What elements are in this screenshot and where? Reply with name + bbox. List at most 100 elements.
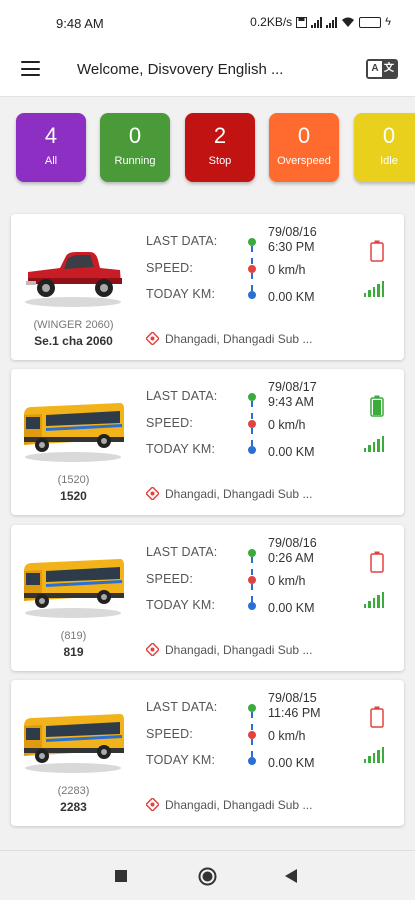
location-icon: [146, 643, 159, 656]
recent-apps-icon[interactable]: [115, 870, 127, 882]
app-bar: Welcome, Disvovery English ... A文: [0, 44, 415, 97]
timeline-indicator: [247, 238, 257, 299]
vehicle-card[interactable]: (WINGER 2060) Se.1 cha 2060 LAST DATA: SPEE…: [11, 214, 404, 360]
today-km-label: TODAY KM:: [146, 287, 216, 301]
signal-2-icon: [326, 16, 338, 28]
location-text: Dhangadi, Dhangadi Sub ...: [165, 487, 313, 501]
battery-full-icon: [370, 395, 384, 417]
speed-label: SPEED:: [146, 572, 194, 586]
speed-label: SPEED:: [146, 416, 194, 430]
timeline-blue-dot: [248, 291, 256, 299]
charging-icon: ϟ: [385, 16, 391, 28]
school-bus-image: [24, 714, 124, 773]
filter-stop-tile[interactable]: 2 Stop: [185, 113, 255, 182]
timeline-dash: [251, 428, 253, 446]
vehicle-subtitle: (1520): [57, 474, 90, 486]
vehicle-subtitle: (819): [60, 630, 87, 642]
filter-running-tile[interactable]: 0 Running: [100, 113, 170, 182]
school-bus-image: [24, 559, 124, 618]
hamburger-menu-icon[interactable]: [21, 61, 40, 76]
status-bar: 9:48 AM 0.2KB/s 93 ϟ: [0, 0, 415, 44]
location-icon: [146, 487, 159, 500]
timeline-indicator: [247, 393, 257, 454]
battery-low-icon: [370, 706, 384, 728]
status-filter-bar: 4 All 0 Running 2 Stop 0 Overspeed 0 Idl…: [0, 98, 415, 200]
pickup-truck-image: [25, 252, 122, 307]
last-data-date: 79/08/16: [268, 225, 317, 239]
battery-low-icon: [370, 240, 384, 262]
today-km-value: 0.00 KM: [268, 445, 315, 459]
vehicle-name: 819: [63, 645, 84, 659]
last-data-date: 79/08/16: [268, 536, 317, 550]
timeline-red-dot: [248, 265, 256, 273]
gsm-signal-icon: [364, 592, 385, 608]
speed-value: 0 km/h: [268, 574, 306, 588]
timeline-dash: [251, 246, 253, 264]
wifi-icon: [342, 17, 355, 27]
last-data-date: 79/08/15: [268, 691, 317, 705]
filter-count: 0: [128, 123, 142, 148]
speed-value: 0 km/h: [268, 263, 306, 277]
system-nav-bar: [0, 850, 415, 900]
timeline-green-dot: [248, 704, 256, 712]
filter-overspeed-tile[interactable]: 0 Overspeed: [269, 113, 339, 182]
signal-1-icon: [311, 16, 323, 28]
filter-all-tile[interactable]: 4 All: [16, 113, 86, 182]
filter-label: Idle: [380, 155, 398, 167]
vehicle-list[interactable]: (WINGER 2060) Se.1 cha 2060 LAST DATA: SPEE…: [0, 200, 415, 850]
timeline-dash: [251, 557, 253, 575]
vehicle-card[interactable]: (1520) 1520 LAST DATA: SPEED: TODAY KM: 79/08…: [11, 369, 404, 515]
timeline-green-dot: [248, 238, 256, 246]
filter-label: Overspeed: [277, 155, 331, 167]
gsm-signal-icon: [364, 747, 385, 763]
timeline-dash: [251, 739, 253, 757]
timeline-red-dot: [248, 420, 256, 428]
today-km-value: 0.00 KM: [268, 601, 315, 615]
timeline-blue-dot: [248, 446, 256, 454]
filter-label: All: [44, 155, 58, 167]
location-icon: [146, 798, 159, 811]
location-text: Dhangadi, Dhangadi Sub ...: [165, 643, 313, 657]
timeline-blue-dot: [248, 757, 256, 765]
vehicle-subtitle: (2283): [57, 785, 90, 797]
last-data-label: LAST DATA:: [146, 700, 218, 714]
battery-status-icon: 93: [359, 16, 382, 28]
filter-count: 0: [297, 123, 311, 148]
location-text: Dhangadi, Dhangadi Sub ...: [165, 798, 313, 812]
page-title: Welcome, Disvovery English ...: [77, 61, 284, 78]
timeline-red-dot: [248, 731, 256, 739]
save-indicator-icon: [296, 16, 308, 28]
timeline-blue-dot: [248, 602, 256, 610]
vehicle-card[interactable]: (2283) 2283 LAST DATA: SPEED: TODAY KM: 79/08…: [11, 680, 404, 826]
back-icon[interactable]: [285, 869, 298, 883]
vehicle-name: Se.1 cha 2060: [34, 334, 113, 348]
speed-value: 0 km/h: [268, 418, 306, 432]
filter-count: 4: [44, 123, 58, 148]
filter-idle-tile[interactable]: 0 Idle: [354, 113, 415, 182]
timeline-red-dot: [248, 576, 256, 584]
last-data-date: 79/08/17: [268, 380, 317, 394]
location-icon: [146, 332, 159, 345]
status-icons: 0.2KB/s 93 ϟ: [250, 15, 391, 29]
translate-icon[interactable]: A文: [366, 59, 398, 79]
speed-label: SPEED:: [146, 727, 194, 741]
timeline-green-dot: [248, 549, 256, 557]
vehicle-name: 2283: [60, 800, 87, 814]
today-km-value: 0.00 KM: [268, 290, 315, 304]
filter-count: 0: [382, 123, 396, 148]
speed-label: SPEED:: [146, 261, 194, 275]
timeline-dash: [251, 401, 253, 419]
last-data-time: 11:46 PM: [268, 706, 321, 720]
last-data-time: 0:26 AM: [268, 551, 314, 565]
last-data-time: 9:43 AM: [268, 395, 314, 409]
battery-low-icon: [370, 551, 384, 573]
home-icon[interactable]: [198, 867, 217, 886]
vehicle-card[interactable]: (819) 819 LAST DATA: SPEED: TODAY KM: 79/08/1…: [11, 525, 404, 671]
school-bus-image: [24, 403, 124, 462]
today-km-value: 0.00 KM: [268, 756, 315, 770]
speed-value: 0 km/h: [268, 729, 306, 743]
last-data-label: LAST DATA:: [146, 545, 218, 559]
today-km-label: TODAY KM:: [146, 598, 216, 612]
timeline-indicator: [247, 704, 257, 765]
timeline-dash: [251, 712, 253, 730]
